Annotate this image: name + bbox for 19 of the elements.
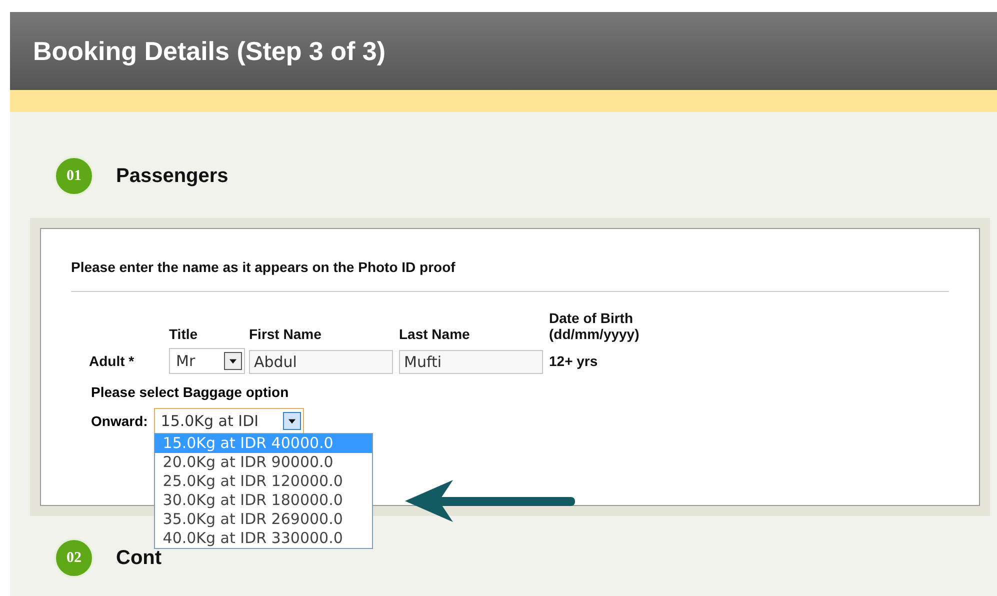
baggage-heading: Please select Baggage option: [91, 384, 290, 400]
step-number: 02: [54, 538, 94, 578]
section-title: Passengers: [116, 164, 228, 188]
first-name-field[interactable]: Abdul: [249, 350, 393, 374]
passenger-type-label: Adult *: [88, 353, 136, 369]
column-heading: Last Name: [399, 326, 471, 342]
column-heading: Title: [169, 326, 199, 342]
section-title: Cont: [116, 546, 162, 570]
age-label: 12+ yrs: [549, 353, 599, 369]
step-number: 01: [54, 156, 94, 196]
column-heading: First Name: [249, 326, 322, 342]
column-heading: Date of Birth (dd/mm/yyyy): [549, 310, 640, 342]
dropdown-caret-icon[interactable]: [282, 412, 301, 430]
title-select[interactable]: Mr: [169, 348, 245, 374]
instruction-text: Please enter the name as it appears on the Photo ID proof: [71, 259, 949, 292]
onward-label: Onward:: [91, 413, 148, 429]
last-name-field[interactable]: Mufti: [399, 350, 543, 374]
page-title: Booking Details (Step 3 of 3): [33, 36, 386, 66]
dropdown-caret-icon[interactable]: [224, 352, 242, 370]
